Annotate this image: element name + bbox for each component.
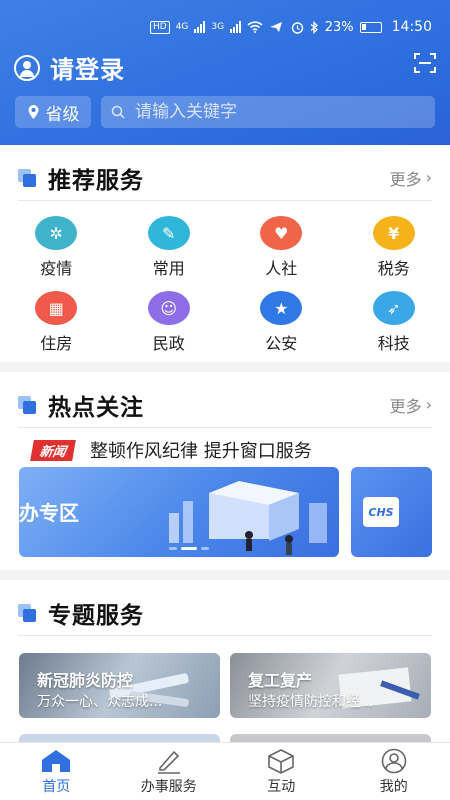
wifi-icon <box>247 21 263 33</box>
rocket-icon: ➶ <box>372 291 415 325</box>
service-label: 疫情 <box>40 259 73 278</box>
tab-label: 互动 <box>267 778 296 795</box>
avatar-icon <box>14 54 40 81</box>
alarm-icon <box>291 21 303 34</box>
battery-icon <box>359 21 382 33</box>
heart-hands-icon: ♥ <box>260 216 303 250</box>
search-icon <box>111 105 125 119</box>
app-header: HD 4G 3G 23% 14:50 请登录 省级 <box>0 0 450 145</box>
clock: 14:50 <box>391 19 432 35</box>
network-4g-label: 4G <box>175 22 189 32</box>
service-item[interactable]: ★ 公安 <box>225 291 338 354</box>
service-grid: ✲ 疫情 ✎ 常用 ♥ 人社 ¥ 税务 ▦ 住房 ☺ 民政 ★ 公安 ➶ 科技 <box>0 216 450 354</box>
signal-3g-icon <box>230 21 242 33</box>
search-input[interactable] <box>135 102 415 122</box>
news-headline: 整顿作风纪律 提升窗口服务 <box>90 441 312 462</box>
service-item[interactable]: ➶ 科技 <box>338 291 450 354</box>
topic-title: 新冠肺炎防控 <box>37 671 134 690</box>
recommended-section: 推荐服务 更多 › ✲ 疫情 ✎ 常用 ♥ 人社 ¥ 税务 ▦ 住房 ☺ 民政 ★ 公安 ➶ 科技 <box>0 145 450 362</box>
carousel-dots <box>169 547 209 550</box>
cube-icon <box>268 748 295 774</box>
home-icon <box>42 749 71 772</box>
epidemic-icon: ✲ <box>35 216 78 250</box>
topic-card[interactable]: 复工复产 坚持疫情防控和经... <box>230 653 431 718</box>
section-title: 推荐服务 <box>48 167 144 194</box>
more-link[interactable]: 更多 › <box>390 393 432 417</box>
clipboard-icon: ✎ <box>147 216 190 250</box>
section-mark-icon <box>18 395 38 414</box>
more-label: 更多 <box>389 396 422 416</box>
news-tag: 新闻 <box>30 439 76 461</box>
banner-title: 办专区 <box>19 501 79 525</box>
topic-card[interactable]: 新冠肺炎防控 万众一心、众志成... <box>19 653 220 718</box>
section-title: 热点关注 <box>48 394 144 421</box>
user-icon <box>381 748 407 773</box>
tab-label: 办事服务 <box>140 778 197 795</box>
chs-logo-icon: CHS <box>363 497 399 527</box>
banner-slide[interactable]: 办专区 <box>19 467 339 557</box>
service-item[interactable]: ¥ 税务 <box>338 216 450 279</box>
topic-subtitle: 万众一心、众志成... <box>37 694 163 710</box>
chevron-right-icon: › <box>425 168 432 187</box>
police-badge-icon: ★ <box>260 291 303 325</box>
service-item[interactable]: ✲ 疫情 <box>0 216 113 279</box>
topic-subtitle: 坚持疫情防控和经... <box>248 694 374 710</box>
section-mark-icon <box>18 603 38 622</box>
more-link[interactable]: 更多 › <box>390 166 432 190</box>
family-icon: ☺ <box>147 291 190 325</box>
service-label: 人社 <box>265 259 298 278</box>
search-bar[interactable] <box>101 96 435 128</box>
more-label: 更多 <box>389 169 422 189</box>
chevron-right-icon: › <box>425 395 432 414</box>
service-label: 常用 <box>152 259 185 278</box>
network-3g-label: 3G <box>211 22 225 32</box>
login-text: 请登录 <box>50 56 125 84</box>
location-selector[interactable]: 省级 <box>15 96 91 128</box>
yuan-coin-icon: ¥ <box>372 216 415 250</box>
section-mark-icon <box>18 168 38 187</box>
service-label: 科技 <box>377 334 410 353</box>
tab-services[interactable]: 办事服务 <box>113 743 226 800</box>
bottom-tab-bar: 首页 办事服务 互动 我的 <box>0 742 450 800</box>
service-item[interactable]: ▦ 住房 <box>0 291 113 354</box>
tab-mine[interactable]: 我的 <box>338 743 450 800</box>
service-item[interactable]: ✎ 常用 <box>113 216 226 279</box>
location-label: 省级 <box>45 104 80 125</box>
recommended-header: 推荐服务 更多 › <box>18 155 432 201</box>
login-entry[interactable]: 请登录 <box>14 50 125 85</box>
service-label: 民政 <box>152 334 185 353</box>
banner-slide-next[interactable]: CHS <box>351 467 432 557</box>
tab-home[interactable]: 首页 <box>0 743 113 800</box>
service-item[interactable]: ☺ 民政 <box>113 291 226 354</box>
tab-label: 首页 <box>42 778 71 795</box>
news-ticker[interactable]: 新闻 整顿作风纪律 提升窗口服务 <box>30 437 312 463</box>
service-label: 税务 <box>377 259 410 278</box>
scan-icon[interactable] <box>414 52 436 74</box>
tab-interact[interactable]: 互动 <box>225 743 338 800</box>
battery-percent: 23% <box>324 19 354 35</box>
building-icon: ▦ <box>35 291 78 325</box>
status-bar: HD 4G 3G 23% 14:50 <box>150 17 432 37</box>
service-label: 住房 <box>40 334 73 353</box>
service-item[interactable]: ♥ 人社 <box>225 216 338 279</box>
send-icon <box>270 22 283 32</box>
signal-4g-icon <box>194 21 206 33</box>
pen-icon <box>157 750 180 774</box>
topic-title: 复工复产 <box>248 671 313 690</box>
service-label: 公安 <box>265 334 298 353</box>
section-title: 专题服务 <box>48 602 144 629</box>
banner-illustration <box>169 481 327 555</box>
hot-header: 热点关注 更多 › <box>18 382 432 428</box>
location-pin-icon <box>28 105 38 119</box>
topics-header: 专题服务 <box>18 590 432 636</box>
hd-badge: HD <box>150 20 170 34</box>
tab-label: 我的 <box>379 778 408 795</box>
bluetooth-icon <box>310 20 318 34</box>
